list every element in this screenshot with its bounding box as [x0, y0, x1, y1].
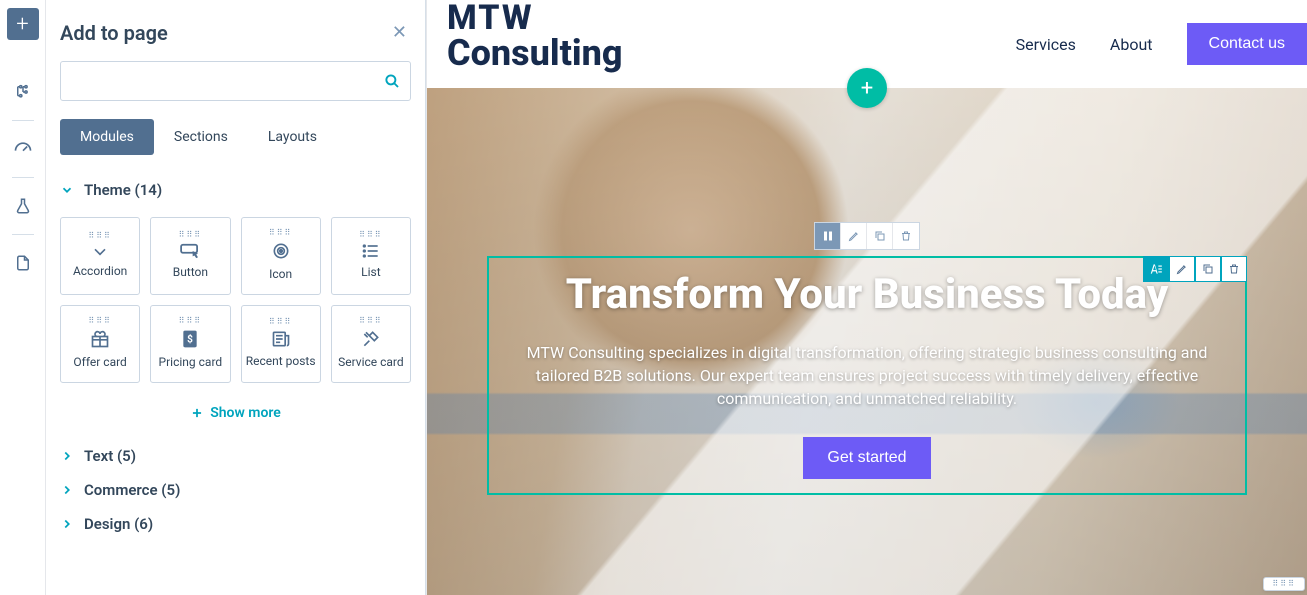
nav-about[interactable]: About	[1110, 35, 1153, 54]
price-icon: $	[181, 329, 199, 349]
search-input[interactable]	[60, 61, 411, 101]
gift-icon	[90, 329, 110, 349]
grip-icon: ⠿⠿⠿	[269, 231, 293, 235]
chevron-right-icon	[60, 483, 74, 497]
module-recent-posts[interactable]: ⠿⠿⠿ Recent posts	[241, 305, 321, 383]
target-icon	[271, 241, 291, 261]
show-more-button[interactable]: Show more	[60, 395, 411, 439]
hero-section[interactable]: + Transform Your Business Today MTW Cons…	[427, 88, 1307, 595]
category-theme[interactable]: Theme (14)	[60, 173, 411, 207]
grip-icon: ⠿⠿⠿	[179, 319, 203, 323]
category-commerce[interactable]: Commerce (5)	[60, 473, 411, 507]
hero-title[interactable]: Transform Your Business Today	[507, 270, 1227, 319]
show-more-label: Show more	[210, 405, 281, 421]
clone-icon[interactable]	[867, 223, 893, 249]
category-text[interactable]: Text (5)	[60, 439, 411, 473]
column-toolbar	[814, 222, 920, 250]
grip-icon: ⠿⠿⠿	[88, 319, 112, 323]
chevron-right-icon	[60, 449, 74, 463]
panel-title: Add to page	[60, 21, 168, 45]
tree-icon[interactable]	[0, 70, 46, 114]
clone-icon[interactable]	[1195, 256, 1221, 282]
site-logo[interactable]: MTW Consulting	[447, 17, 622, 71]
tab-modules[interactable]: Modules	[60, 119, 154, 155]
search-icon[interactable]	[383, 72, 401, 90]
preview-toggle[interactable]: ⠿⠿⠿	[1263, 577, 1305, 591]
module-pricing-card[interactable]: ⠿⠿⠿ $ Pricing card	[150, 305, 230, 383]
module-offer-card[interactable]: ⠿⠿⠿ Offer card	[60, 305, 140, 383]
category-label: Text (5)	[84, 447, 136, 465]
tab-layouts[interactable]: Layouts	[248, 119, 337, 155]
module-toolbar	[1143, 256, 1247, 282]
file-icon[interactable]	[0, 241, 46, 285]
accordion-icon	[90, 244, 110, 258]
tools-icon	[361, 329, 381, 349]
category-label: Commerce (5)	[84, 481, 180, 499]
list-icon	[361, 243, 381, 259]
trash-icon[interactable]	[893, 223, 919, 249]
close-icon[interactable]: ✕	[388, 18, 411, 47]
hero-text[interactable]: MTW Consulting specializes in digital tr…	[507, 341, 1227, 411]
category-design[interactable]: Design (6)	[60, 507, 411, 541]
hero-rich-text-module[interactable]: Transform Your Business Today MTW Consul…	[487, 256, 1247, 495]
trash-icon[interactable]	[1221, 256, 1247, 282]
button-icon	[179, 243, 201, 259]
tab-sections[interactable]: Sections	[154, 119, 248, 155]
svg-text:$: $	[188, 332, 194, 345]
category-label: Theme (14)	[84, 181, 162, 199]
gauge-icon[interactable]	[0, 127, 46, 171]
grip-icon: ⠿⠿⠿	[179, 233, 203, 237]
add-to-page-panel: Add to page ✕ Modules Sections Layouts T…	[46, 0, 426, 595]
hero-cta-button[interactable]: Get started	[803, 437, 930, 479]
chevron-right-icon	[60, 517, 74, 531]
grip-icon: ⠿⠿⠿	[1272, 582, 1296, 586]
edit-icon[interactable]	[841, 223, 867, 249]
add-section-button[interactable]: +	[847, 68, 887, 108]
nav-services[interactable]: Services	[1016, 35, 1076, 54]
flask-icon[interactable]	[0, 184, 46, 228]
edit-icon[interactable]	[1169, 256, 1195, 282]
column-handle-icon[interactable]	[815, 223, 841, 249]
module-list[interactable]: ⠿⠿⠿ List	[331, 217, 411, 295]
grip-icon: ⠿⠿⠿	[359, 233, 383, 237]
logo-line1: MTW	[447, 1, 622, 35]
news-icon	[271, 330, 291, 348]
module-icon[interactable]: ⠿⠿⠿ Icon	[241, 217, 321, 295]
logo-line2: Consulting	[447, 35, 622, 71]
grip-icon: ⠿⠿⠿	[88, 234, 112, 238]
module-button[interactable]: ⠿⠿⠿ Button	[150, 217, 230, 295]
module-service-card[interactable]: ⠿⠿⠿ Service card	[331, 305, 411, 383]
add-button[interactable]: +	[7, 8, 39, 40]
category-label: Design (6)	[84, 515, 153, 533]
chevron-down-icon	[60, 183, 74, 197]
module-accordion[interactable]: ⠿⠿⠿ Accordion	[60, 217, 140, 295]
richtext-icon[interactable]	[1143, 256, 1169, 282]
nav-contact-button[interactable]: Contact us	[1187, 23, 1307, 65]
grip-icon: ⠿⠿⠿	[269, 320, 293, 324]
grip-icon: ⠿⠿⠿	[359, 319, 383, 323]
